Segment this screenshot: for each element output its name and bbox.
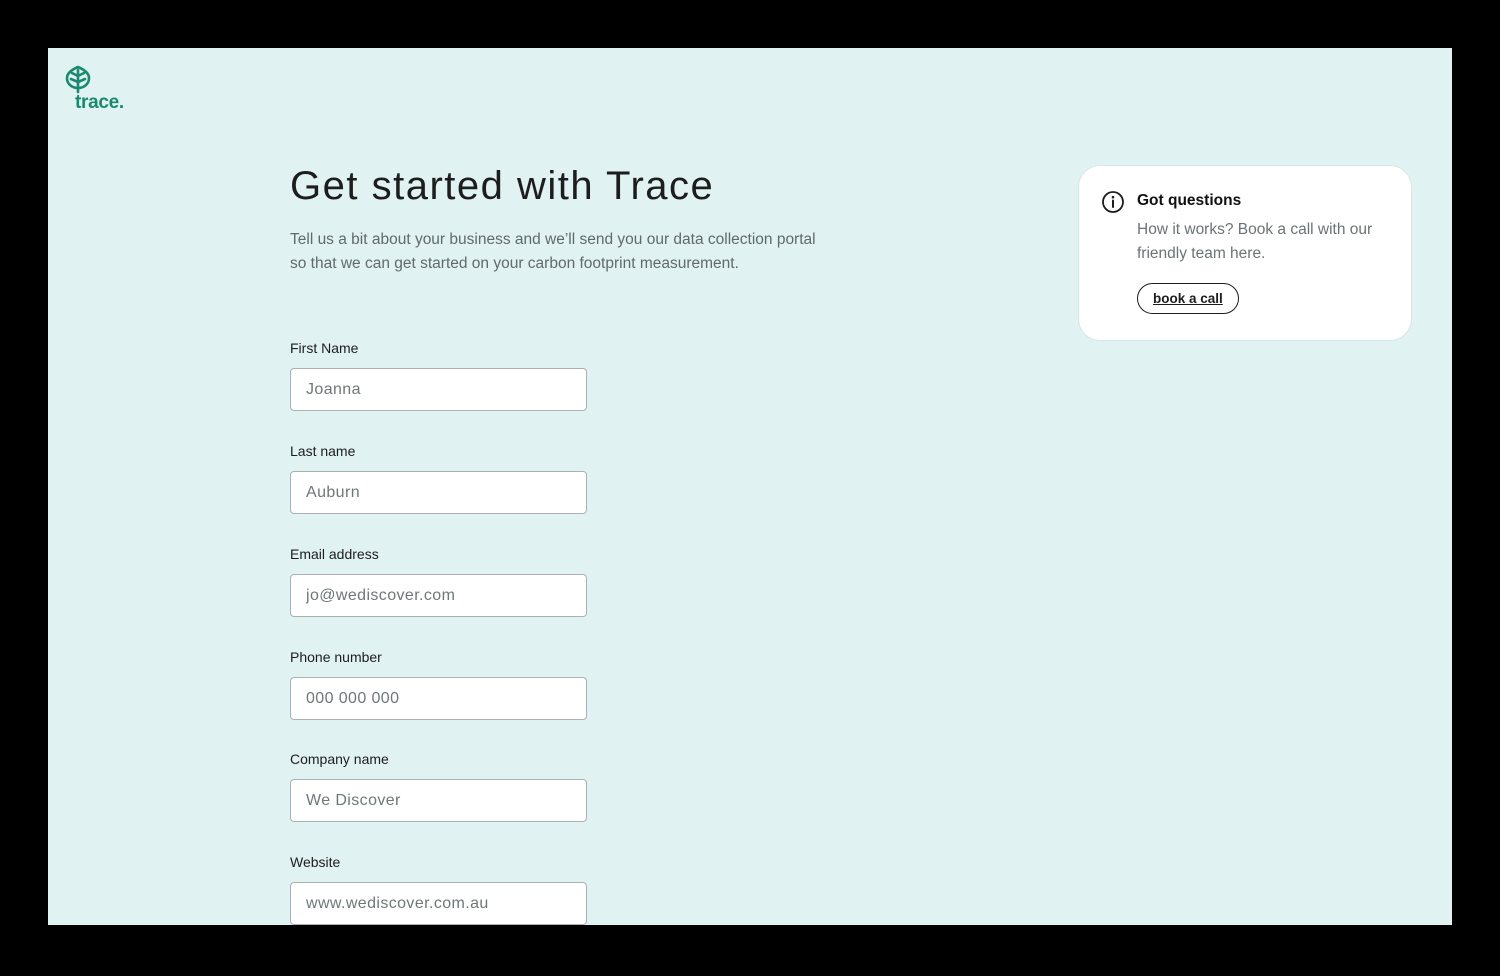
email-label: Email address (290, 546, 379, 562)
trace-logo[interactable]: trace. (62, 64, 142, 114)
info-icon (1102, 191, 1124, 213)
logo-wordmark: trace. (75, 92, 124, 113)
first-name-label: First Name (290, 340, 359, 356)
help-card: Got questions How it works? Book a call … (1078, 165, 1412, 341)
company-input[interactable] (290, 779, 587, 822)
company-field: Company name (290, 751, 588, 822)
phone-input[interactable] (290, 677, 587, 720)
last-name-field: Last name (290, 443, 588, 514)
page-viewport: trace. Get started with Trace Tell us a … (48, 48, 1452, 925)
help-card-title: Got questions (1137, 192, 1242, 209)
phone-label: Phone number (290, 649, 382, 665)
company-label: Company name (290, 751, 389, 767)
first-name-input[interactable] (290, 368, 587, 411)
email-field: Email address (290, 546, 588, 617)
website-label: Website (290, 854, 341, 870)
page-title: Get started with Trace (290, 164, 715, 208)
leaf-icon (65, 65, 91, 94)
last-name-label: Last name (290, 443, 356, 459)
email-input[interactable] (290, 574, 587, 617)
book-a-call-button[interactable]: book a call (1137, 283, 1239, 314)
first-name-field: First Name (290, 340, 588, 411)
help-card-text: How it works? Book a call with our frien… (1137, 221, 1373, 262)
website-field: Website (290, 854, 588, 925)
phone-field: Phone number (290, 649, 588, 720)
website-input[interactable] (290, 882, 587, 925)
page-subtitle: Tell us a bit about your business and we… (290, 231, 816, 272)
last-name-input[interactable] (290, 471, 587, 514)
